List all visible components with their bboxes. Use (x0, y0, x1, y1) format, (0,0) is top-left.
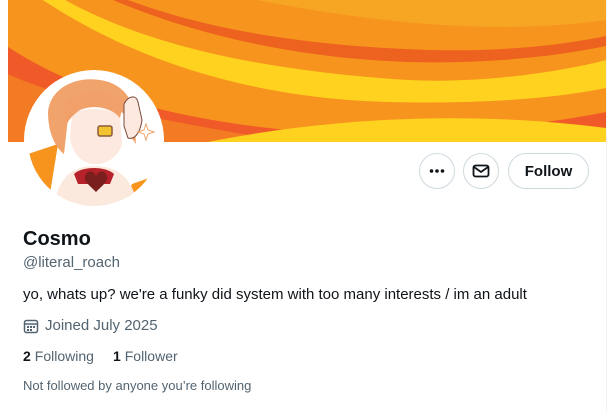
following-count: 2 (23, 348, 31, 364)
avatar-image (28, 74, 160, 206)
display-name: Cosmo (23, 228, 91, 250)
mutual-followers-note: Not followed by anyone you’re following (23, 378, 252, 393)
page-right-edge (606, 0, 613, 412)
calendar-icon (23, 318, 39, 334)
follow-stats: 2 Following 1 Follower (23, 348, 197, 364)
more-options-button[interactable] (419, 153, 455, 189)
user-handle: @literal_roach (23, 254, 120, 271)
join-date-label: Joined July 2025 (45, 317, 158, 334)
profile-bio: yo, whats up? we're a funky did system w… (23, 286, 527, 303)
follow-button[interactable]: Follow (508, 153, 589, 189)
followers-label: Follower (124, 348, 178, 364)
following-label: Following (34, 348, 94, 364)
message-button[interactable] (463, 153, 499, 189)
followers-count: 1 (112, 348, 121, 364)
following-link[interactable]: 2 Following (23, 348, 94, 364)
page-left-edge (0, 0, 8, 412)
profile-avatar[interactable] (24, 70, 164, 210)
join-date: Joined July 2025 (23, 317, 158, 334)
more-horizontal-icon (429, 169, 445, 173)
followers-link[interactable]: 1 Follower (113, 348, 178, 364)
envelope-icon (472, 164, 490, 178)
